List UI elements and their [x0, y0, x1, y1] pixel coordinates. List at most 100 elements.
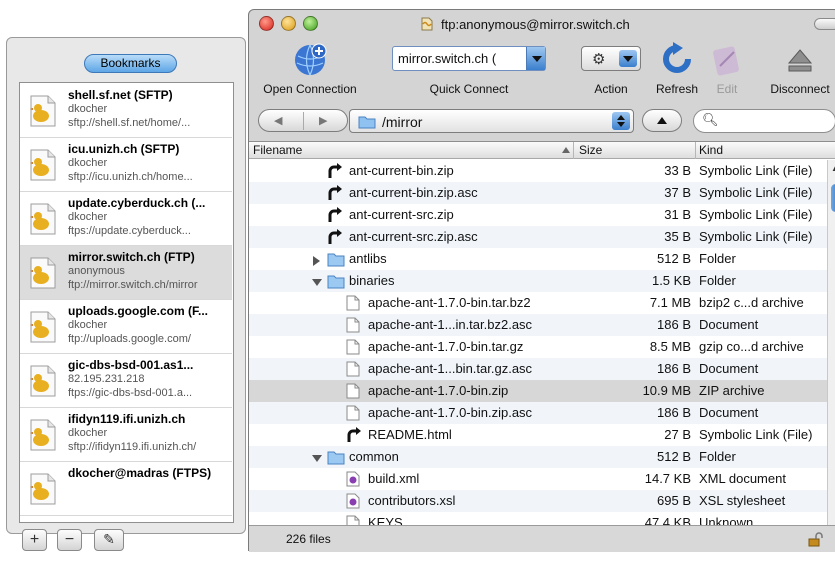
chevron-updown-icon[interactable]	[612, 112, 630, 130]
table-row[interactable]: apache-ant-1.7.0-bin.zip 10.9 MB ZIP archi…	[249, 380, 827, 402]
file-size: 33 B	[664, 163, 691, 178]
search-field[interactable]: 🔍︎	[693, 109, 835, 133]
table-row[interactable]: build.xml 14.7 KB XML document	[249, 468, 827, 490]
bookmark-name: gic-dbs-bsd-001.as1...	[68, 358, 194, 372]
quick-connect-item: Quick Connect	[392, 42, 546, 100]
column-header-size[interactable]: Size	[579, 143, 602, 157]
bookmarks-title[interactable]: Bookmarks	[84, 54, 177, 73]
folder-icon	[327, 273, 345, 292]
bookmark-url: ftp://mirror.switch.ch/mirror	[68, 279, 198, 291]
table-row[interactable]: apache-ant-1.7.0-bin.tar.bz2 7.1 MB bzip2 …	[249, 292, 827, 314]
title-bar[interactable]: ftp:anonymous@mirror.switch.ch	[249, 10, 835, 40]
table-row[interactable]: common 512 B Folder	[249, 446, 827, 468]
unlock-icon[interactable]	[807, 532, 823, 547]
file-name: binaries	[349, 273, 395, 288]
edit-label: Edit	[716, 82, 738, 96]
table-row[interactable]: contributors.xsl 695 B XSL stylesheet	[249, 490, 827, 512]
bookmark-name: shell.sf.net (SFTP)	[68, 88, 173, 102]
bookmark-item[interactable]: dkocher@madras (FTPS)	[20, 462, 232, 516]
table-row[interactable]: ant-current-bin.zip.asc 37 B Symbolic Link…	[249, 182, 827, 204]
bookmark-duck-icon	[30, 203, 56, 235]
edit-bookmark-button[interactable]: ✎	[94, 529, 124, 551]
file-name: KEYS	[368, 515, 403, 525]
bookmark-name: dkocher@madras (FTPS)	[68, 466, 212, 480]
table-scrollbar[interactable]: ▲	[827, 160, 835, 525]
document-icon	[346, 515, 360, 525]
open-connection-button[interactable]: Open Connection	[255, 42, 365, 100]
file-size: 186 B	[657, 361, 691, 376]
file-kind: Folder	[699, 449, 736, 464]
minimize-window-icon[interactable]	[281, 16, 296, 31]
path-popup[interactable]: /mirror	[349, 109, 634, 133]
document-icon	[346, 383, 360, 402]
table-row[interactable]: binaries 1.5 KB Folder	[249, 270, 827, 292]
symlink-arrow-icon	[327, 163, 343, 182]
parent-directory-button[interactable]	[642, 109, 682, 132]
bookmark-item[interactable]: ifidyn119.ifi.unizh.ch dkocher sftp://ifid…	[20, 408, 232, 462]
column-header-kind[interactable]: Kind	[699, 143, 723, 157]
current-path: /mirror	[382, 114, 423, 130]
column-header-filename[interactable]: Filename	[253, 143, 302, 157]
file-kind: Folder	[699, 251, 736, 266]
back-arrow-icon[interactable]: ◀	[274, 114, 282, 127]
symlink-arrow-icon	[346, 427, 362, 446]
edit-button[interactable]: Edit	[705, 42, 749, 100]
file-browser-table: Filename Size Kind ant-current-bin.zip 33…	[249, 141, 835, 525]
disconnect-button[interactable]: Disconnect	[759, 42, 835, 100]
scroll-up-arrow-icon[interactable]: ▲	[831, 164, 835, 173]
bookmark-item[interactable]: icu.unizh.ch (SFTP) dkocher sftp://icu.uni…	[20, 138, 232, 192]
table-row[interactable]: apache-ant-1...in.tar.bz2.asc 186 B Docume…	[249, 314, 827, 336]
file-kind: bzip2 c...d archive	[699, 295, 804, 310]
bookmark-name: mirror.switch.ch (FTP)	[68, 250, 195, 264]
table-row[interactable]: apache-ant-1...bin.tar.gz.asc 186 B Docume…	[249, 358, 827, 380]
toolbar-toggle-button[interactable]	[814, 18, 835, 30]
xml-document-icon	[346, 471, 360, 490]
bookmark-duck-icon	[30, 257, 56, 289]
add-bookmark-button[interactable]: +	[22, 529, 47, 551]
table-row[interactable]: ant-current-bin.zip 33 B Symbolic Link (Fi…	[249, 160, 827, 182]
bookmarks-header: Bookmarks	[7, 38, 245, 78]
bookmark-item[interactable]: mirror.switch.ch (FTP) anonymous ftp://mir…	[20, 246, 232, 300]
table-row[interactable]: README.html 27 B Symbolic Link (File)	[249, 424, 827, 446]
table-row[interactable]: KEYS 47.4 KB Unknown	[249, 512, 827, 525]
table-row[interactable]: apache-ant-1.7.0-bin.tar.gz 8.5 MB gzip co…	[249, 336, 827, 358]
document-icon	[346, 361, 360, 380]
bookmark-url: ftps://update.cyberduck...	[68, 225, 191, 237]
file-name: apache-ant-1...in.tar.bz2.asc	[368, 317, 533, 332]
bookmark-item[interactable]: gic-dbs-bsd-001.as1... 82.195.231.218 ftps…	[20, 354, 232, 408]
table-row[interactable]: ant-current-src.zip 31 B Symbolic Link (Fi…	[249, 204, 827, 226]
action-item: Action	[581, 42, 641, 100]
file-size: 186 B	[657, 405, 691, 420]
symlink-arrow-icon	[327, 229, 343, 248]
file-name: apache-ant-1.7.0-bin.tar.bz2	[368, 295, 531, 310]
forward-arrow-icon[interactable]: ▶	[319, 114, 327, 127]
bookmark-name: icu.unizh.ch (SFTP)	[68, 142, 180, 156]
bookmark-username: 82.195.231.218	[68, 373, 145, 385]
open-connection-label: Open Connection	[263, 82, 357, 96]
zoom-window-icon[interactable]	[303, 16, 318, 31]
file-size: 47.4 KB	[644, 515, 691, 525]
disclosure-triangle-icon[interactable]	[312, 276, 322, 291]
bookmark-item[interactable]: update.cyberduck.ch (... dkocher ftps://up…	[20, 192, 232, 246]
table-row[interactable]: apache-ant-1.7.0-bin.zip.asc 186 B Documen…	[249, 402, 827, 424]
disconnect-label: Disconnect	[770, 82, 830, 96]
remove-bookmark-button[interactable]: −	[57, 529, 82, 551]
close-window-icon[interactable]	[259, 16, 274, 31]
bookmark-name: uploads.google.com (F...	[68, 304, 209, 318]
disclosure-triangle-icon[interactable]	[312, 452, 322, 467]
table-header: Filename Size Kind	[249, 142, 835, 159]
file-size: 8.5 MB	[649, 339, 691, 354]
scrollbar-thumb[interactable]	[831, 184, 835, 212]
file-name: contributors.xsl	[368, 493, 456, 508]
file-kind: Folder	[699, 273, 736, 288]
disclosure-triangle-icon[interactable]	[312, 254, 322, 269]
bookmark-item[interactable]: uploads.google.com (F... dkocher ftp://upl…	[20, 300, 232, 354]
bookmark-item[interactable]: shell.sf.net (SFTP) dkocher sftp://shell.s…	[20, 84, 232, 138]
table-row[interactable]: antlibs 512 B Folder	[249, 248, 827, 270]
back-forward-control: ◀ ▶	[258, 109, 348, 132]
refresh-button[interactable]: Refresh	[647, 42, 707, 100]
table-row[interactable]: ant-current-src.zip.asc 35 B Symbolic Link…	[249, 226, 827, 248]
edit-icon	[713, 46, 739, 76]
file-kind: Symbolic Link (File)	[699, 163, 813, 178]
file-kind: Symbolic Link (File)	[699, 207, 813, 222]
